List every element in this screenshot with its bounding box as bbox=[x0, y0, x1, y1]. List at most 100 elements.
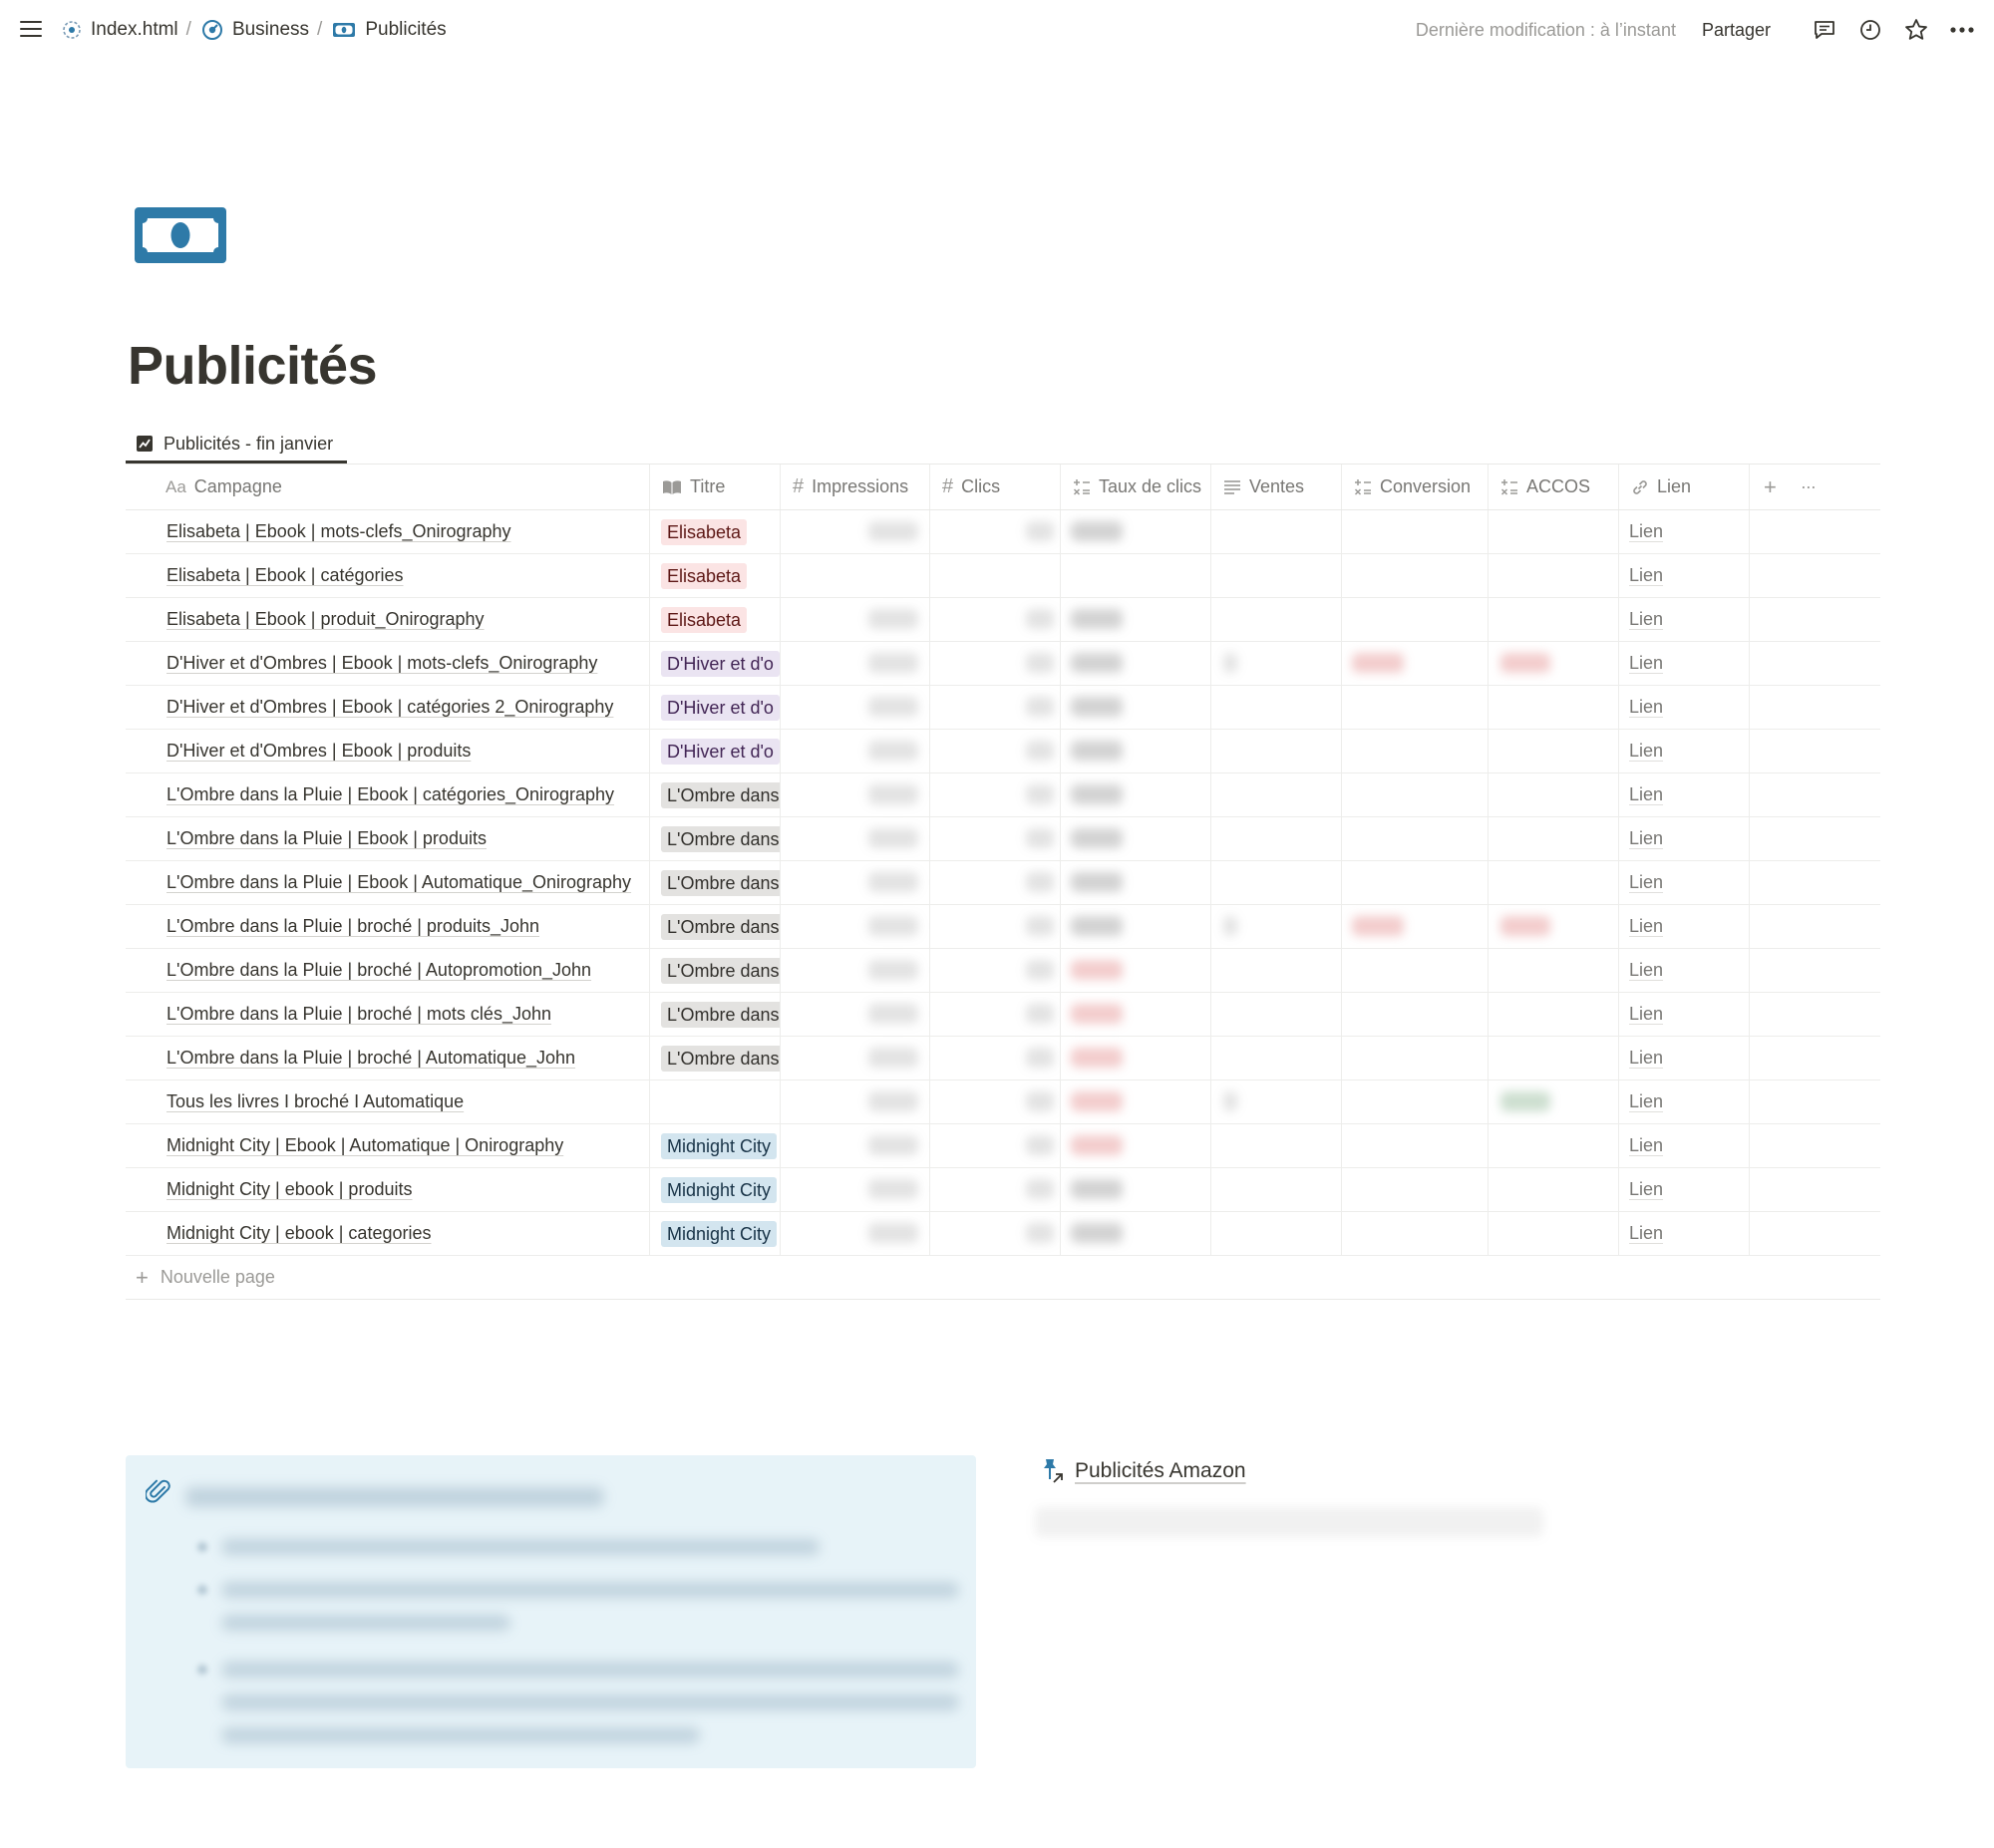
campagne-link[interactable]: L'Ombre dans la Pluie | broché | Automat… bbox=[166, 1048, 575, 1069]
cell-campagne[interactable]: L'Ombre dans la Pluie | Ebook | catégori… bbox=[126, 773, 650, 816]
cell-taux[interactable] bbox=[1061, 1080, 1211, 1123]
table-row[interactable]: L'Ombre dans la Pluie | Ebook | catégori… bbox=[126, 773, 1880, 817]
cell-conversion[interactable] bbox=[1342, 817, 1489, 860]
campagne-link[interactable]: Midnight City | ebook | categories bbox=[166, 1223, 431, 1244]
column-header-taux[interactable]: Taux de clics bbox=[1061, 464, 1211, 509]
title-tag[interactable]: Elisabeta bbox=[661, 606, 748, 633]
title-tag[interactable]: L'Ombre dans bbox=[661, 957, 780, 984]
cell-campagne[interactable]: L'Ombre dans la Pluie | Ebook | produits bbox=[126, 817, 650, 860]
title-tag[interactable]: L'Ombre dans bbox=[661, 781, 780, 808]
cell-accos[interactable] bbox=[1489, 993, 1619, 1036]
cell-lien[interactable]: Lien bbox=[1619, 949, 1750, 992]
table-row[interactable]: Midnight City | ebook | produits Midnight… bbox=[126, 1168, 1880, 1212]
lien-link[interactable]: Lien bbox=[1629, 1135, 1663, 1156]
cell-clics[interactable] bbox=[930, 993, 1061, 1036]
campagne-link[interactable]: D'Hiver et d'Ombres | Ebook | mots-clefs… bbox=[166, 653, 597, 674]
cell-impressions[interactable] bbox=[781, 730, 930, 772]
cell-lien[interactable]: Lien bbox=[1619, 773, 1750, 816]
linked-page-publicites-amazon[interactable]: Publicités Amazon bbox=[1041, 1457, 1246, 1485]
title-tag[interactable]: Elisabeta bbox=[661, 518, 748, 545]
cell-taux[interactable] bbox=[1061, 598, 1211, 641]
table-row[interactable]: Elisabeta | Ebook | produit_Onirography E… bbox=[126, 598, 1880, 642]
campagne-link[interactable]: Midnight City | Ebook | Automatique | On… bbox=[166, 1135, 563, 1156]
cell-campagne[interactable]: Elisabeta | Ebook | produit_Onirography bbox=[126, 598, 650, 641]
cell-accos[interactable] bbox=[1489, 510, 1619, 553]
cell-ventes[interactable] bbox=[1211, 1037, 1342, 1079]
campagne-link[interactable]: Elisabeta | Ebook | catégories bbox=[166, 565, 404, 586]
table-row[interactable]: D'Hiver et d'Ombres | Ebook | mots-clefs… bbox=[126, 642, 1880, 686]
cell-titre[interactable]: L'Ombre dans bbox=[650, 773, 781, 816]
lien-link[interactable]: Lien bbox=[1629, 784, 1663, 805]
cell-campagne[interactable]: Elisabeta | Ebook | catégories bbox=[126, 554, 650, 597]
table-row[interactable]: L'Ombre dans la Pluie | broché | Automat… bbox=[126, 1037, 1880, 1080]
cell-titre[interactable]: D'Hiver et d'o bbox=[650, 730, 781, 772]
campagne-link[interactable]: L'Ombre dans la Pluie | Ebook | Automati… bbox=[166, 872, 631, 893]
cell-accos[interactable] bbox=[1489, 686, 1619, 729]
cell-ventes[interactable] bbox=[1211, 817, 1342, 860]
lien-link[interactable]: Lien bbox=[1629, 741, 1663, 762]
more-options-button[interactable]: ··· bbox=[1801, 476, 1817, 497]
lien-link[interactable]: Lien bbox=[1629, 697, 1663, 718]
cell-conversion[interactable] bbox=[1342, 905, 1489, 948]
cell-lien[interactable]: Lien bbox=[1619, 861, 1750, 904]
cell-accos[interactable] bbox=[1489, 817, 1619, 860]
cell-lien[interactable]: Lien bbox=[1619, 1168, 1750, 1211]
column-header-ventes[interactable]: Ventes bbox=[1211, 464, 1342, 509]
cell-titre[interactable]: Midnight City bbox=[650, 1168, 781, 1211]
cell-impressions[interactable] bbox=[781, 642, 930, 685]
cell-taux[interactable] bbox=[1061, 510, 1211, 553]
cell-taux[interactable] bbox=[1061, 554, 1211, 597]
cell-campagne[interactable]: D'Hiver et d'Ombres | Ebook | produits bbox=[126, 730, 650, 772]
cell-lien[interactable]: Lien bbox=[1619, 510, 1750, 553]
table-row[interactable]: L'Ombre dans la Pluie | broché | produit… bbox=[126, 905, 1880, 949]
cell-titre[interactable]: Elisabeta bbox=[650, 554, 781, 597]
cell-clics[interactable] bbox=[930, 730, 1061, 772]
title-tag[interactable]: L'Ombre dans bbox=[661, 913, 780, 940]
cell-taux[interactable] bbox=[1061, 993, 1211, 1036]
sidebar-menu-icon[interactable] bbox=[20, 19, 44, 39]
cell-ventes[interactable] bbox=[1211, 554, 1342, 597]
table-row[interactable]: D'Hiver et d'Ombres | Ebook | catégories… bbox=[126, 686, 1880, 730]
campagne-link[interactable]: Midnight City | ebook | produits bbox=[166, 1179, 412, 1200]
cell-accos[interactable] bbox=[1489, 642, 1619, 685]
cell-taux[interactable] bbox=[1061, 1212, 1211, 1255]
lien-link[interactable]: Lien bbox=[1629, 916, 1663, 937]
campagne-link[interactable]: L'Ombre dans la Pluie | Ebook | catégori… bbox=[166, 784, 614, 805]
cell-titre[interactable]: L'Ombre dans bbox=[650, 1037, 781, 1079]
cell-impressions[interactable] bbox=[781, 554, 930, 597]
lien-link[interactable]: Lien bbox=[1629, 828, 1663, 849]
cell-taux[interactable] bbox=[1061, 1037, 1211, 1079]
lien-link[interactable]: Lien bbox=[1629, 653, 1663, 674]
campagne-link[interactable]: L'Ombre dans la Pluie | Ebook | produits bbox=[166, 828, 487, 849]
title-tag[interactable]: Midnight City bbox=[661, 1176, 778, 1203]
cell-clics[interactable] bbox=[930, 598, 1061, 641]
cell-clics[interactable] bbox=[930, 554, 1061, 597]
campagne-link[interactable]: L'Ombre dans la Pluie | broché | produit… bbox=[166, 916, 539, 937]
column-header-impressions[interactable]: # Impressions bbox=[781, 464, 930, 509]
cell-accos[interactable] bbox=[1489, 905, 1619, 948]
cell-conversion[interactable] bbox=[1342, 1124, 1489, 1167]
campagne-link[interactable]: Elisabeta | Ebook | mots-clefs_Onirograp… bbox=[166, 521, 511, 542]
cell-conversion[interactable] bbox=[1342, 773, 1489, 816]
cell-clics[interactable] bbox=[930, 1212, 1061, 1255]
page-icon[interactable] bbox=[134, 206, 227, 269]
title-tag[interactable]: L'Ombre dans bbox=[661, 869, 780, 896]
view-tab[interactable]: Publicités - fin janvier bbox=[126, 424, 343, 463]
cell-taux[interactable] bbox=[1061, 642, 1211, 685]
table-row[interactable]: L'Ombre dans la Pluie | broché | mots cl… bbox=[126, 993, 1880, 1037]
cell-conversion[interactable] bbox=[1342, 1212, 1489, 1255]
cell-titre[interactable]: D'Hiver et d'o bbox=[650, 686, 781, 729]
cell-campagne[interactable]: Midnight City | Ebook | Automatique | On… bbox=[126, 1124, 650, 1167]
table-row[interactable]: L'Ombre dans la Pluie | broché | Autopro… bbox=[126, 949, 1880, 993]
cell-lien[interactable]: Lien bbox=[1619, 817, 1750, 860]
cell-conversion[interactable] bbox=[1342, 861, 1489, 904]
cell-lien[interactable]: Lien bbox=[1619, 598, 1750, 641]
cell-campagne[interactable]: D'Hiver et d'Ombres | Ebook | catégories… bbox=[126, 686, 650, 729]
column-header-lien[interactable]: Lien bbox=[1619, 464, 1750, 509]
cell-titre[interactable]: L'Ombre dans bbox=[650, 949, 781, 992]
cell-taux[interactable] bbox=[1061, 949, 1211, 992]
cell-lien[interactable]: Lien bbox=[1619, 1124, 1750, 1167]
cell-impressions[interactable] bbox=[781, 686, 930, 729]
column-header-clics[interactable]: # Clics bbox=[930, 464, 1061, 509]
cell-ventes[interactable] bbox=[1211, 730, 1342, 772]
